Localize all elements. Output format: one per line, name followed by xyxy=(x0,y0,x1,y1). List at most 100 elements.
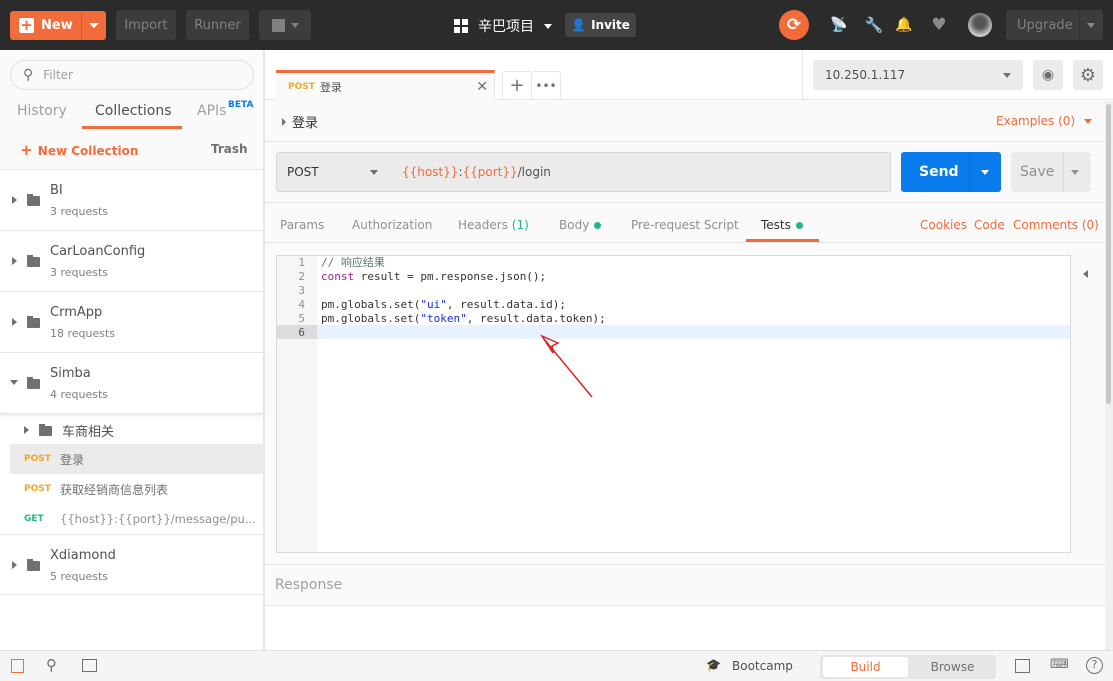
snippets-toggle-icon[interactable] xyxy=(1083,270,1088,278)
response-section: Response xyxy=(265,564,1105,606)
caret-right-icon xyxy=(12,318,17,326)
chevron-down-icon xyxy=(1003,72,1011,78)
request-item[interactable]: POST 获取经销商信息列表 xyxy=(10,474,264,504)
grid-icon xyxy=(454,19,468,33)
chevron-down-icon xyxy=(290,22,299,28)
tab-body[interactable]: Body xyxy=(559,218,602,232)
trash-button[interactable]: Trash xyxy=(211,142,248,156)
folder-icon xyxy=(27,194,40,206)
import-button[interactable]: Import xyxy=(116,10,176,40)
request-item-selected[interactable]: POST 登录 xyxy=(10,444,264,474)
add-user-icon: 👤 xyxy=(571,18,587,32)
scrollbar[interactable] xyxy=(1105,101,1113,650)
filter-input[interactable]: ⚲ Filter xyxy=(10,60,254,90)
folder-item[interactable]: 车商相关 xyxy=(10,415,264,445)
comments-link[interactable]: Comments (0) xyxy=(1013,218,1099,232)
folder-icon xyxy=(27,255,40,267)
tab-pre-request-script[interactable]: Pre-request Script xyxy=(631,218,739,232)
satellite-icon[interactable]: 📡 xyxy=(829,15,849,35)
new-window-button[interactable] xyxy=(259,10,311,40)
avatar[interactable] xyxy=(968,13,992,37)
status-dot xyxy=(594,222,602,229)
keyboard-icon[interactable]: ⌨ xyxy=(1050,657,1069,672)
folder-icon xyxy=(27,559,40,571)
status-dot xyxy=(795,222,803,229)
save-button[interactable]: Save xyxy=(1011,152,1091,192)
request-title[interactable]: 登录 xyxy=(282,112,318,131)
runner-button[interactable]: Runner xyxy=(186,10,249,40)
collection-item[interactable]: BI 3 requests xyxy=(0,170,263,231)
chevron-down-icon xyxy=(1087,23,1095,28)
plus-icon: + xyxy=(19,16,34,34)
upgrade-button[interactable]: Upgrade xyxy=(1006,10,1103,40)
tab-apis[interactable]: APIs xyxy=(197,103,226,119)
two-pane-icon[interactable] xyxy=(1015,659,1030,673)
code-line: pm.globals.set("token", result.data.toke… xyxy=(321,312,606,325)
tab-history[interactable]: History xyxy=(17,103,67,119)
examples-dropdown[interactable]: Examples (0) xyxy=(996,114,1093,128)
new-tab-button[interactable]: + xyxy=(502,71,532,100)
arrow-shaft xyxy=(543,338,593,398)
caret-right-icon xyxy=(24,426,29,434)
chevron-down-icon xyxy=(1084,119,1093,124)
bell-icon[interactable]: 🔔 xyxy=(894,15,914,35)
new-window-icon xyxy=(271,18,285,32)
collection-item[interactable]: Xdiamond 5 requests xyxy=(0,534,263,595)
folder-icon xyxy=(27,377,40,389)
collection-item[interactable]: CarLoanConfig 3 requests xyxy=(0,231,263,292)
chevron-down-icon[interactable] xyxy=(1071,170,1079,175)
beta-badge: BETA xyxy=(228,100,254,110)
tab-tests[interactable]: Tests xyxy=(761,218,803,232)
top-bar: + New Import Runner 辛巴项目 👤 Invite ⟳ 📡 🔧 🔔… xyxy=(0,0,1113,50)
wrench-icon[interactable]: 🔧 xyxy=(864,15,884,35)
collection-item[interactable]: CrmApp 18 requests xyxy=(0,292,263,353)
chevron-down-icon xyxy=(370,169,378,175)
cookies-link[interactable]: Cookies xyxy=(920,218,967,232)
caret-right-icon xyxy=(282,117,286,126)
collection-item-expanded[interactable]: Simba 4 requests xyxy=(0,353,263,414)
sync-icon[interactable]: ⟳ xyxy=(779,10,809,40)
browse-button[interactable]: Browse xyxy=(910,657,995,677)
plus-icon: + xyxy=(20,141,38,159)
chevron-down-icon[interactable] xyxy=(981,170,989,175)
caret-right-icon xyxy=(12,561,17,569)
caret-right-icon xyxy=(12,196,17,204)
request-tab[interactable]: POST 登录 ✕ xyxy=(276,70,495,101)
eye-icon[interactable]: ◉ xyxy=(1033,60,1063,90)
code-link[interactable]: Code xyxy=(974,218,1005,232)
bootcamp-button[interactable]: Bootcamp xyxy=(732,659,793,673)
tab-headers[interactable]: Headers (1) xyxy=(458,218,529,232)
build-button[interactable]: Build xyxy=(823,657,908,677)
more-tabs-button[interactable]: ••• xyxy=(531,71,561,100)
annotation-arrow xyxy=(540,334,593,398)
invite-button[interactable]: 👤 Invite xyxy=(565,13,636,37)
chevron-down-icon[interactable] xyxy=(89,23,99,28)
code-line: pm.globals.set("ui", result.data.id); xyxy=(321,298,567,311)
status-bar: ⚲ 🎓 Bootcamp Build Browse ⌨ ? xyxy=(0,650,1113,681)
sidebar: ⚲ Filter History Collections APIs BETA +… xyxy=(0,50,265,650)
chevron-down-icon xyxy=(544,23,552,29)
new-collection-button[interactable]: + New Collection xyxy=(20,141,138,159)
gear-icon[interactable]: ⚙ xyxy=(1073,60,1103,90)
workspace-switcher[interactable]: 辛巴项目 xyxy=(454,16,552,36)
environment-select[interactable]: 10.250.1.117 xyxy=(813,60,1023,90)
url-input[interactable]: {{host}}: {{port}}/login xyxy=(390,152,891,192)
arrow-head xyxy=(540,334,560,354)
heart-icon[interactable]: ♥ xyxy=(928,14,950,36)
tab-params[interactable]: Params xyxy=(280,218,324,232)
new-button[interactable]: + New xyxy=(10,11,106,40)
sidebar-toggle-icon[interactable] xyxy=(11,659,24,673)
active-line xyxy=(317,325,1070,339)
tab-collections[interactable]: Collections xyxy=(95,103,172,119)
send-button[interactable]: Send xyxy=(901,152,1001,192)
tab-authorization[interactable]: Authorization xyxy=(352,218,432,232)
search-icon[interactable]: ⚲ xyxy=(46,656,57,674)
build-browse-toggle: Build Browse xyxy=(820,655,996,679)
request-item[interactable]: GET {{host}}:{{port}}/message/pu... xyxy=(10,504,264,534)
method-select[interactable]: POST xyxy=(276,152,391,192)
tests-code-editor[interactable]: 123456 // 响应结果 const result = pm.respons… xyxy=(276,255,1071,553)
close-icon[interactable]: ✕ xyxy=(476,79,488,95)
help-icon[interactable]: ? xyxy=(1086,657,1103,674)
folder-icon xyxy=(39,424,52,436)
console-icon[interactable] xyxy=(82,659,97,672)
